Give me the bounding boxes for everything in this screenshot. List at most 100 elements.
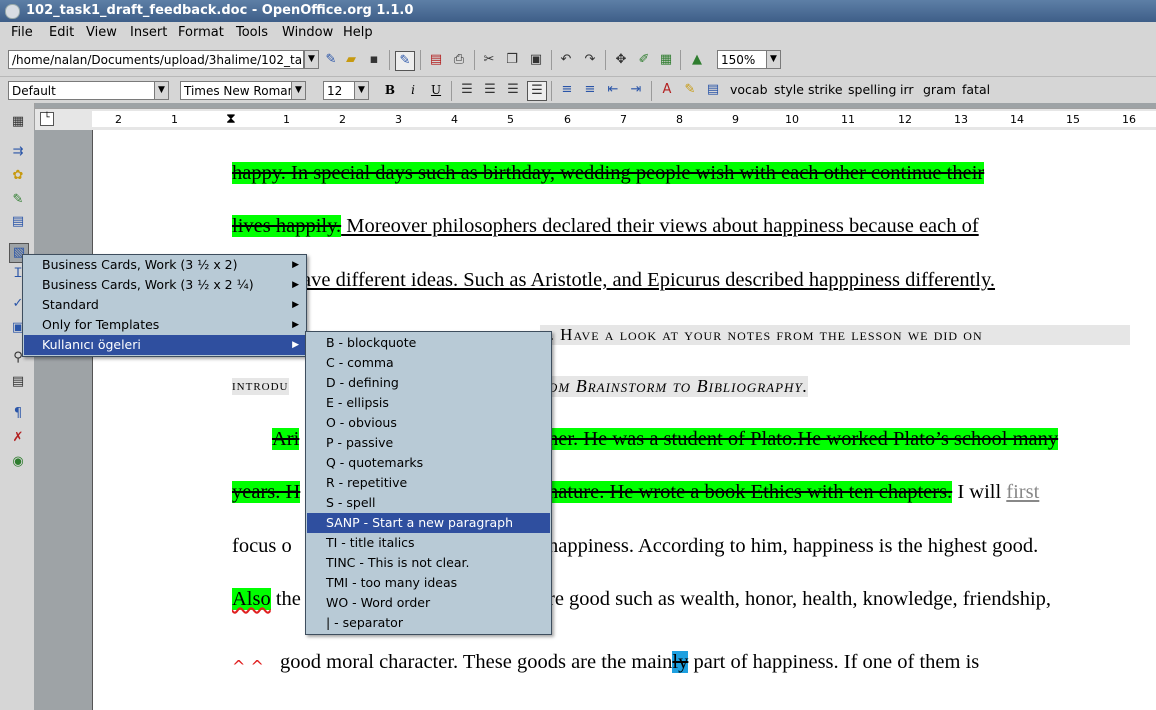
menu-view[interactable]: View <box>86 25 117 40</box>
align-center-icon[interactable]: ☰ <box>481 81 499 99</box>
font-name-dropdown-icon[interactable]: ▼ <box>291 81 306 100</box>
draw-functions-icon[interactable]: ✿ <box>9 167 27 185</box>
nonprinting-chars-icon[interactable]: ¶ <box>9 405 27 423</box>
edit-mode-icon[interactable]: ✎ <box>395 51 415 71</box>
align-right-icon[interactable]: ☰ <box>504 81 522 99</box>
window-menu-icon[interactable] <box>5 4 20 19</box>
gram-button[interactable]: gram <box>923 82 956 97</box>
underline-button[interactable]: U <box>427 81 445 99</box>
submenu-item-too-many-ideas[interactable]: TMI - too many ideas <box>307 573 550 593</box>
submenu-item-comma[interactable]: C - comma <box>307 353 550 373</box>
stylist-icon[interactable]: ✐ <box>635 51 653 69</box>
selected-text[interactable]: ly <box>672 651 689 673</box>
strike-button[interactable]: strike <box>808 82 843 97</box>
tab-type-icon[interactable]: └ <box>40 112 54 126</box>
edit-file-icon[interactable]: ✎ <box>322 51 340 69</box>
submenu-item-defining[interactable]: D - defining <box>307 373 550 393</box>
submenu-item-new-paragraph[interactable]: SANP - Start a new paragraph <box>307 513 550 533</box>
export-pdf-icon[interactable]: ▤ <box>427 51 445 69</box>
spelling-button[interactable]: spelling <box>848 82 896 97</box>
undo-icon[interactable]: ↶ <box>557 51 575 69</box>
online-layout-icon[interactable]: ◉ <box>9 453 27 471</box>
paste-icon[interactable]: ▣ <box>527 51 545 69</box>
indent-marker-icon[interactable]: ⧗ <box>226 111 236 127</box>
submenu-item-separator[interactable]: | - separator <box>307 613 550 633</box>
background-color-icon[interactable]: ▤ <box>704 81 722 99</box>
submenu-item-word-order[interactable]: WO - Word order <box>307 593 550 613</box>
zoom-field[interactable]: 150% <box>717 50 767 69</box>
submenu-item-spell[interactable]: S - spell <box>307 493 550 513</box>
submenu-arrow-icon: ▶ <box>292 300 299 310</box>
menu-format[interactable]: Format <box>178 25 224 40</box>
irr-button[interactable]: irr <box>900 82 914 97</box>
horizontal-ruler[interactable]: └ 2 1 ⧗ 1 2 3 4 5 6 7 8 9 10 11 12 13 14… <box>34 108 1156 131</box>
redo-icon[interactable]: ↷ <box>581 51 599 69</box>
menu-item-business-cards-2[interactable]: Business Cards, Work (3 ½ x 2 ¼) ▶ <box>24 275 305 295</box>
numbering-icon[interactable]: ≡ <box>558 81 576 99</box>
menu-item-business-cards-1[interactable]: Business Cards, Work (3 ½ x 2) ▶ <box>24 255 305 275</box>
submenu-arrow-icon: ▶ <box>292 320 299 330</box>
insert-table-icon[interactable]: ▦ <box>9 113 27 131</box>
data-sources-icon[interactable]: ▤ <box>9 373 27 391</box>
insert-fields-icon[interactable]: ⇉ <box>9 143 27 161</box>
highlighted-struck-text: happy. In special days such as birthday,… <box>232 162 985 184</box>
ruler-number: 15 <box>1066 113 1080 126</box>
doc-line: years. H <box>232 481 301 504</box>
italic-button[interactable]: i <box>404 81 422 99</box>
doc-text: I will <box>952 481 1007 503</box>
edit-autotext-icon[interactable]: ▤ <box>9 213 27 231</box>
graphics-off-icon[interactable]: ✗ <box>9 429 27 447</box>
submenu-item-obvious[interactable]: O - obvious <box>307 413 550 433</box>
submenu-item-blockquote[interactable]: B - blockquote <box>307 333 550 353</box>
image-icon[interactable]: ▲ <box>688 51 706 69</box>
save-icon[interactable]: ▪ <box>365 51 383 69</box>
ruler-number: 9 <box>732 113 739 126</box>
doc-text: the <box>270 588 301 610</box>
navigator-icon[interactable]: ✥ <box>612 51 630 69</box>
submenu-item-title-italics[interactable]: TI - title italics <box>307 533 550 553</box>
url-field[interactable]: /home/nalan/Documents/upload/3halime/102… <box>8 50 304 69</box>
vocab-button[interactable]: vocab <box>730 82 768 97</box>
menu-item-standard[interactable]: Standard ▶ <box>24 295 305 315</box>
menu-tools[interactable]: Tools <box>236 25 268 40</box>
menu-edit[interactable]: Edit <box>49 25 74 40</box>
doc-line: introdu <box>232 378 289 395</box>
gallery-icon[interactable]: ▦ <box>657 51 675 69</box>
zoom-dropdown-icon[interactable]: ▼ <box>766 50 781 69</box>
form-functions-icon[interactable]: ✎ <box>9 191 27 209</box>
submenu-item-not-clear[interactable]: TINC - This is not clear. <box>307 553 550 573</box>
menu-item-only-templates[interactable]: Only for Templates ▶ <box>24 315 305 335</box>
doc-line: her. He was a student of Plato.He worked… <box>548 428 1059 451</box>
font-color-icon[interactable]: A <box>658 81 676 99</box>
font-name-field[interactable]: Times New Roman <box>180 81 292 100</box>
menu-window[interactable]: Window <box>282 25 333 40</box>
decrease-indent-icon[interactable]: ⇤ <box>604 81 622 99</box>
font-size-dropdown-icon[interactable]: ▼ <box>354 81 369 100</box>
font-size-field[interactable]: 12 <box>323 81 355 100</box>
insertion-caret-marks: ^ ^ <box>232 657 264 676</box>
doc-line: Also the <box>232 588 301 611</box>
url-dropdown-icon[interactable]: ▼ <box>304 50 319 69</box>
highlight-icon[interactable]: ✎ <box>681 81 699 99</box>
justify-icon[interactable]: ☰ <box>527 81 547 101</box>
style-button[interactable]: style <box>774 82 804 97</box>
increase-indent-icon[interactable]: ⇥ <box>627 81 645 99</box>
paragraph-style-field[interactable]: Default <box>8 81 155 100</box>
bullets-icon[interactable]: ≡ <box>581 81 599 99</box>
fatal-button[interactable]: fatal <box>962 82 990 97</box>
copy-icon[interactable]: ❐ <box>503 51 521 69</box>
menu-help[interactable]: Help <box>343 25 373 40</box>
align-left-icon[interactable]: ☰ <box>458 81 476 99</box>
open-folder-icon[interactable]: ▰ <box>342 51 360 69</box>
print-icon[interactable]: ⎙ <box>450 51 468 69</box>
menu-insert[interactable]: Insert <box>130 25 167 40</box>
bold-button[interactable]: B <box>381 81 399 99</box>
submenu-item-passive[interactable]: P - passive <box>307 433 550 453</box>
submenu-item-ellipsis[interactable]: E - ellipsis <box>307 393 550 413</box>
cut-icon[interactable]: ✂ <box>480 51 498 69</box>
submenu-item-repetitive[interactable]: R - repetitive <box>307 473 550 493</box>
menu-file[interactable]: File <box>11 25 33 40</box>
paragraph-style-dropdown-icon[interactable]: ▼ <box>154 81 169 100</box>
menu-item-kullanici-ogeleri[interactable]: Kullanıcı ögeleri ▶ <box>24 335 305 355</box>
submenu-item-quotemarks[interactable]: Q - quotemarks <box>307 453 550 473</box>
